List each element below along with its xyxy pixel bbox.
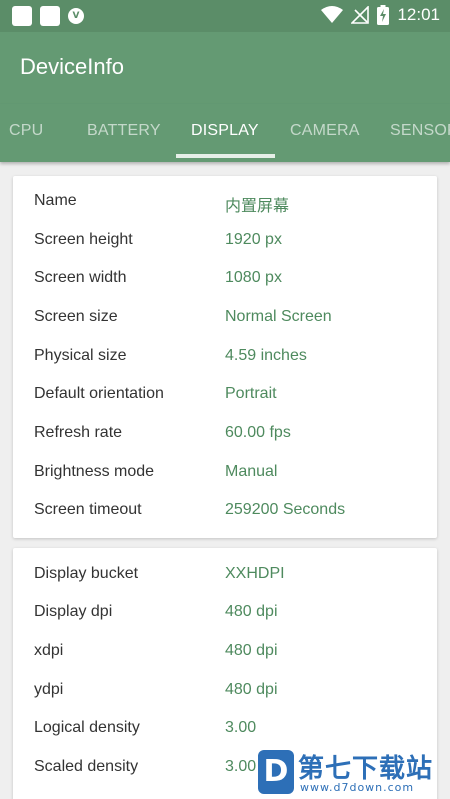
tab-display[interactable]: DISPLAY [191, 122, 259, 140]
row-value: 内置屏幕 [225, 198, 290, 215]
row-value: XXHDPI [225, 565, 285, 582]
display-info-card: Name 内置屏幕 Screen height 1920 px Screen w… [13, 176, 437, 538]
info-row-logical-density: Logical density 3.00 [13, 711, 437, 749]
row-label: Physical size [34, 347, 127, 364]
info-row-refresh-rate: Refresh rate 60.00 fps [13, 416, 437, 454]
row-label: Screen width [34, 269, 127, 286]
active-tab-indicator [176, 154, 275, 158]
tab-battery[interactable]: BATTERY [87, 122, 161, 140]
row-label: Name [34, 192, 77, 209]
row-value: Portrait [225, 385, 277, 402]
row-label: Brightness mode [34, 463, 155, 480]
row-value: 60.00 fps [225, 424, 291, 441]
app-title: DeviceInfo [20, 54, 124, 79]
row-value: 1920 px [225, 231, 282, 248]
row-label: Logical density [34, 719, 140, 736]
info-row-screen-timeout: Screen timeout 259200 Seconds [13, 493, 437, 531]
watermark-text: 第七下载站 [298, 754, 434, 784]
row-value: 1080 px [225, 269, 282, 286]
row-label: Display bucket [34, 565, 139, 582]
status-bar: V 12:01 [0, 0, 450, 32]
row-value: 3.00 [225, 758, 257, 775]
row-label: xdpi [34, 642, 64, 659]
row-value: Normal Screen [225, 308, 332, 325]
row-label: ydpi [34, 681, 64, 698]
status-right-icons: 12:01 [321, 5, 440, 25]
row-value: 480 dpi [225, 681, 278, 698]
row-value: Manual [225, 463, 278, 480]
row-label: Screen height [34, 231, 133, 248]
row-label: Refresh rate [34, 424, 123, 441]
watermark: D 第七下载站 www.d7down.com [258, 748, 448, 798]
row-label: Scaled density [34, 758, 139, 775]
info-row-default-orientation: Default orientation Portrait [13, 377, 437, 415]
watermark-url: www.d7down.com [300, 781, 415, 794]
info-row-screen-height: Screen height 1920 px [13, 223, 437, 261]
row-label: Screen timeout [34, 501, 142, 518]
info-row-name: Name 内置屏幕 [13, 184, 437, 222]
row-value: 3.00 [225, 719, 257, 736]
row-label: Display dpi [34, 603, 113, 620]
status-time: 12:01 [397, 5, 440, 24]
info-row-ydpi: ydpi 480 dpi [13, 673, 437, 711]
app-bar: DeviceInfo [0, 32, 450, 104]
row-value: 4.59 inches [225, 347, 307, 364]
row-label: Screen size [34, 308, 118, 325]
shield-icon: V [68, 8, 84, 24]
tab-cpu[interactable]: CPU [9, 122, 43, 140]
watermark-logo: D [258, 750, 294, 794]
tab-camera[interactable]: CAMERA [290, 122, 360, 140]
row-label: Default orientation [34, 385, 164, 402]
info-row-screen-size: Screen size Normal Screen [13, 300, 437, 338]
info-row-screen-width: Screen width 1080 px [13, 261, 437, 299]
battery-charging-icon [377, 5, 390, 25]
tab-sensors[interactable]: SENSORS [390, 122, 450, 140]
row-value: 259200 Seconds [225, 501, 346, 518]
info-row-display-bucket: Display bucket XXHDPI [13, 557, 437, 595]
info-row-physical-size: Physical size 4.59 inches [13, 339, 437, 377]
no-signal-icon [351, 6, 370, 24]
info-row-xdpi: xdpi 480 dpi [13, 634, 437, 672]
notification-square-icon [40, 6, 60, 26]
info-row-display-dpi: Display dpi 480 dpi [13, 595, 437, 633]
row-value: 480 dpi [225, 603, 278, 620]
wifi-icon [321, 6, 344, 23]
notification-square-icon [12, 6, 32, 26]
row-value: 480 dpi [225, 642, 278, 659]
status-left-icons: V [12, 6, 84, 26]
info-row-brightness-mode: Brightness mode Manual [13, 455, 437, 493]
